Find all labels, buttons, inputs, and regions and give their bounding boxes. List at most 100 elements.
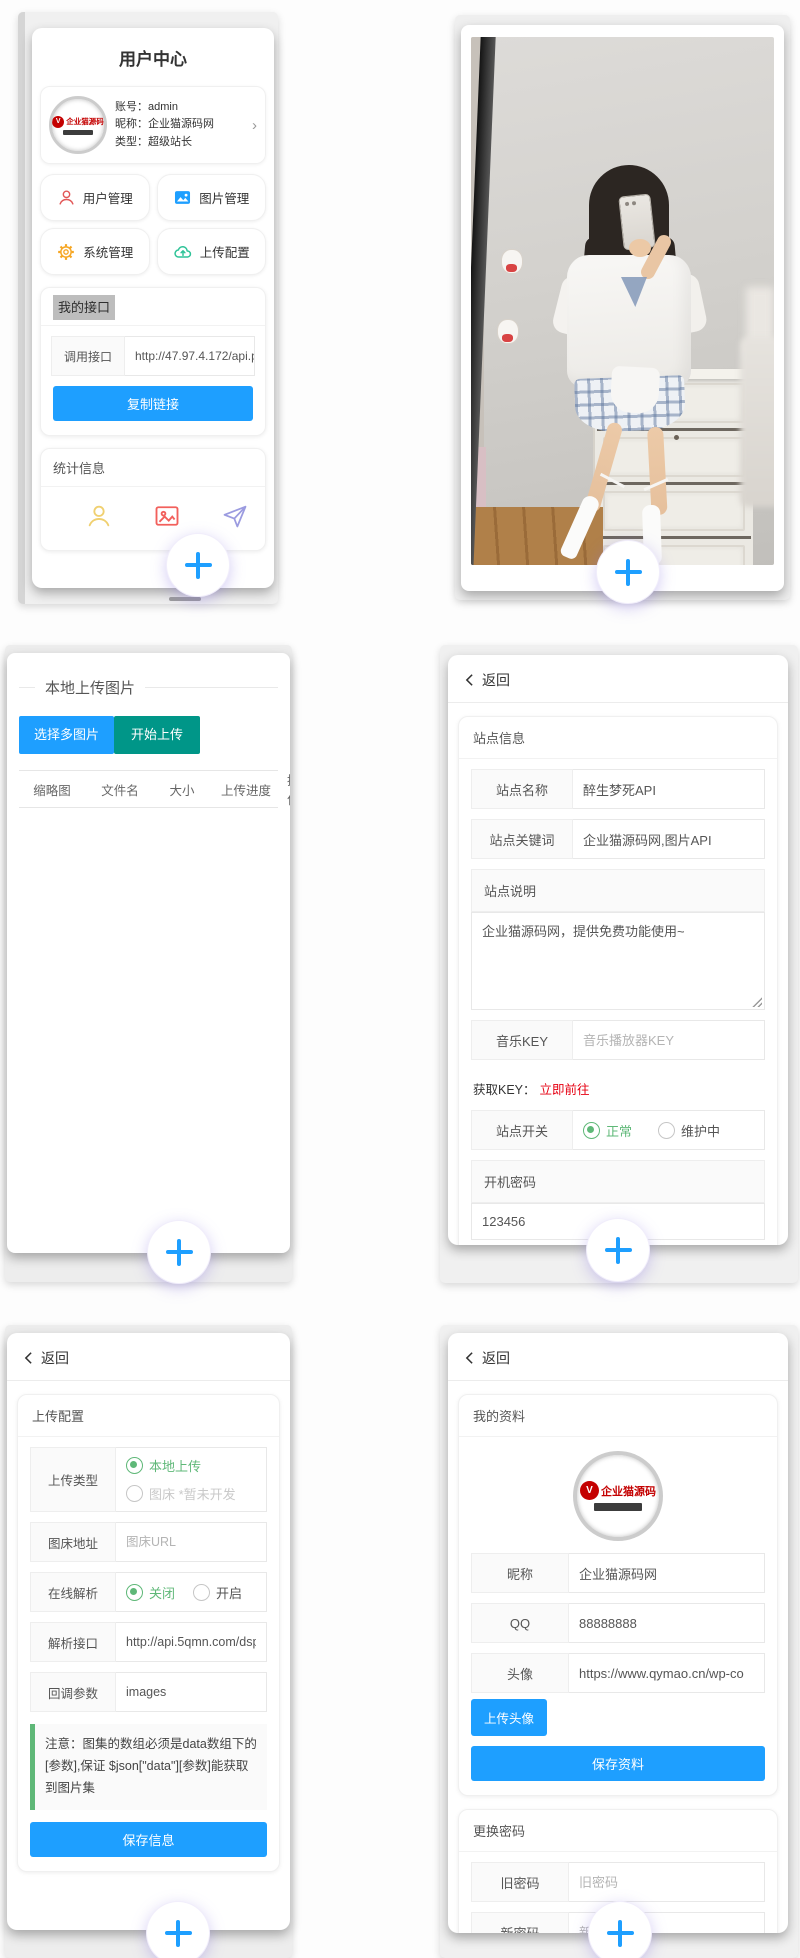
field-label: 新密码	[471, 1912, 569, 1933]
field-row: 旧密码	[471, 1862, 765, 1902]
radio-icon[interactable]	[658, 1122, 675, 1139]
column-header: 上传进度	[209, 780, 283, 799]
divider	[448, 1380, 788, 1381]
field-label: 解析接口	[30, 1622, 116, 1662]
field-label: 图床地址	[30, 1522, 116, 1562]
radio-parse-off[interactable]: 关闭	[126, 1583, 175, 1602]
qq-input[interactable]	[569, 1603, 765, 1643]
field-label: 站点名称	[471, 769, 573, 809]
field-row: 上传类型 本地上传 图床 *暂未开发	[30, 1447, 267, 1512]
brand-text: 企业猫源码	[601, 1483, 656, 1499]
local-upload-screen: 本地上传图片 选择多图片 开始上传 缩略图 文件名 大小 上传进度 操作	[7, 653, 290, 1253]
avatar-url-input[interactable]	[569, 1653, 765, 1693]
user-stat-icon[interactable]	[85, 502, 113, 530]
avatar[interactable]: V 企业猫源码	[573, 1451, 663, 1541]
send-stat-icon[interactable]	[221, 502, 249, 530]
parse-api-input[interactable]	[116, 1622, 267, 1662]
home-indicator	[169, 597, 201, 601]
panel-user-center: 用户中心 V 企业猫源码 账号：admin 昵称：企业猫源码网 类型：超级站长 …	[18, 12, 278, 604]
get-key-link[interactable]: 立即前往	[540, 1083, 590, 1097]
site-settings-screen: 返回 站点信息 站点名称 站点关键词 站点说明 企业猫源码网，提供免费功能使用~	[448, 655, 788, 1245]
account-card[interactable]: V 企业猫源码 账号：admin 昵称：企业猫源码网 类型：超级站长 ›	[40, 86, 266, 164]
image-bed-url-input[interactable]	[116, 1522, 267, 1562]
site-keywords-input[interactable]	[573, 819, 765, 859]
back-button[interactable]: 返回	[448, 1333, 788, 1380]
field-label: 头像	[471, 1653, 569, 1693]
add-button[interactable]	[587, 1219, 649, 1281]
shirt-tail	[610, 366, 660, 414]
api-row: 调用接口 http://47.97.4.172/api.php?	[51, 336, 255, 376]
upload-table-header: 缩略图 文件名 大小 上传进度 操作	[19, 770, 278, 808]
copy-link-button[interactable]: 复制链接	[53, 386, 253, 421]
legend-title: 本地上传图片	[35, 677, 145, 698]
menu-button-user-manage[interactable]: 用户管理	[40, 174, 150, 221]
site-switch-group: 正常 维护中	[573, 1110, 765, 1150]
save-info-button[interactable]: 保存信息	[30, 1822, 267, 1857]
back-button[interactable]: 返回	[448, 655, 788, 702]
gear-icon	[56, 242, 76, 262]
back-label: 返回	[482, 1348, 510, 1368]
upload-avatar-button[interactable]: 上传头像	[471, 1699, 547, 1736]
nickname-input[interactable]	[569, 1553, 765, 1593]
scrollbar-strip[interactable]	[18, 12, 25, 604]
add-button[interactable]	[148, 1221, 210, 1283]
radio-normal[interactable]: 正常	[583, 1121, 632, 1140]
add-button[interactable]	[147, 1902, 209, 1958]
start-upload-button[interactable]: 开始上传	[114, 716, 200, 754]
callback-param-input[interactable]	[116, 1672, 267, 1712]
radio-selected-icon[interactable]	[583, 1122, 600, 1139]
field-row: 回调参数	[30, 1672, 267, 1712]
chevron-left-icon	[23, 1351, 34, 1365]
add-button[interactable]	[167, 534, 229, 596]
add-button[interactable]	[589, 1902, 651, 1958]
save-profile-button[interactable]: 保存资料	[471, 1746, 765, 1781]
menu-button-system-manage[interactable]: 系统管理	[40, 228, 150, 275]
back-label: 返回	[482, 670, 510, 690]
radio-selected-icon[interactable]	[126, 1584, 143, 1601]
field-label: 调用接口	[51, 336, 125, 376]
radio-local-upload[interactable]: 本地上传	[126, 1456, 256, 1475]
menu-button-upload-config[interactable]: 上传配置	[157, 228, 267, 275]
uploaded-photo[interactable]	[471, 37, 774, 565]
chevron-right-icon[interactable]: ›	[252, 117, 257, 134]
site-description-textarea[interactable]: 企业猫源码网，提供免费功能使用~	[471, 912, 765, 1010]
back-button[interactable]: 返回	[7, 1333, 290, 1380]
field-label: 站点说明	[471, 869, 765, 912]
section-title: 站点信息	[459, 717, 777, 759]
section-title: 统计信息	[41, 449, 265, 487]
column-header: 缩略图	[19, 780, 85, 799]
hello-kitty-sticker	[501, 249, 523, 274]
brand-text: 企业猫源码	[66, 116, 104, 127]
field-label: 旧密码	[471, 1862, 569, 1902]
music-key-input[interactable]	[573, 1020, 765, 1060]
api-url-value[interactable]: http://47.97.4.172/api.php?	[125, 336, 255, 376]
radio-icon[interactable]	[193, 1584, 210, 1601]
panel-photo	[455, 15, 790, 600]
field-row: QQ	[471, 1603, 765, 1643]
menu-button-image-manage[interactable]: 图片管理	[157, 174, 267, 221]
image-icon	[173, 188, 192, 207]
radio-parse-on[interactable]: 开启	[193, 1583, 242, 1602]
radio-selected-icon[interactable]	[126, 1457, 143, 1474]
site-description-wrap: 企业猫源码网，提供免费功能使用~	[471, 912, 765, 1010]
divider	[448, 702, 788, 703]
old-password-input[interactable]	[569, 1862, 765, 1902]
radio-image-bed[interactable]: 图床 *暂未开发	[126, 1484, 256, 1503]
brand-mark-icon: V	[52, 116, 64, 128]
field-label: 昵称	[471, 1553, 569, 1593]
section-title: 我的接口	[41, 288, 265, 326]
radio-icon[interactable]	[126, 1485, 143, 1502]
get-key-line: 获取KEY：立即前往	[459, 1070, 777, 1100]
field-label: 回调参数	[30, 1672, 116, 1712]
note-box: 注意：图集的数组必须是data数组下的[参数],保证 $json["data"]…	[30, 1724, 267, 1810]
image-stat-icon[interactable]	[153, 502, 181, 530]
panel-upload-config: 返回 上传配置 上传类型 本地上传 图床 *暂未开发 图床地址 在线解析	[5, 1325, 292, 1958]
site-name-input[interactable]	[573, 769, 765, 809]
add-button[interactable]	[597, 541, 659, 603]
radio-maintenance[interactable]: 维护中	[658, 1121, 720, 1140]
drawer	[603, 491, 745, 531]
field-row: 头像	[471, 1653, 765, 1693]
field-row: 图床地址	[30, 1522, 267, 1562]
select-images-button[interactable]: 选择多图片	[19, 716, 114, 754]
field-label: 开机密码	[471, 1160, 765, 1203]
